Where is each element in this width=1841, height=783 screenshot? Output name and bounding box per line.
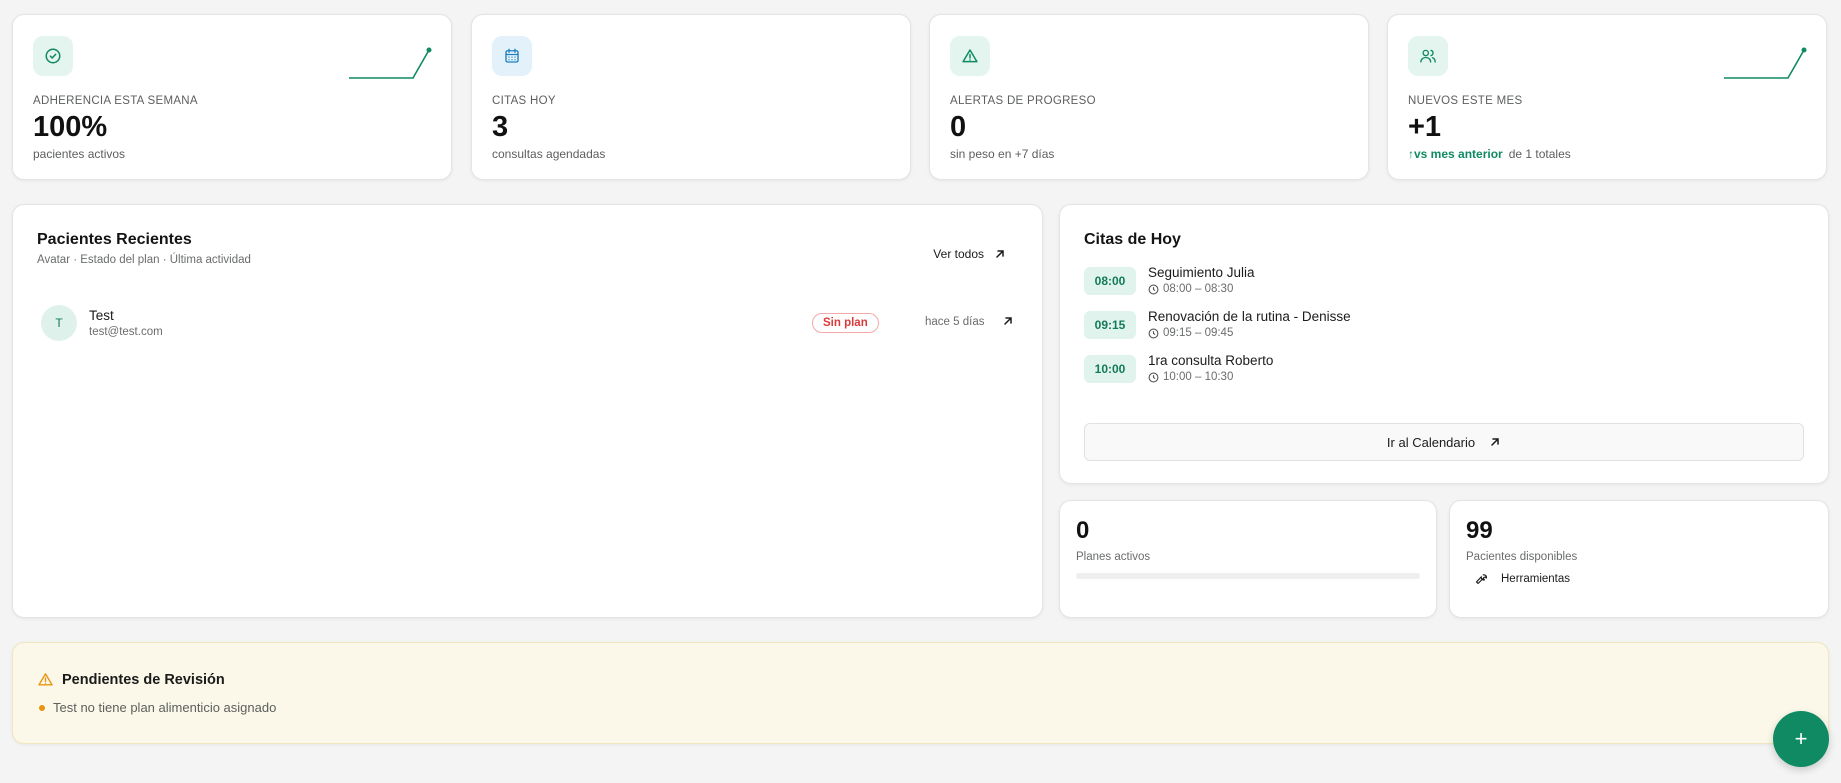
appointment-range: 08:00 – 08:30 bbox=[1148, 283, 1255, 295]
patient-row[interactable]: T Test test@test.com Sin plan hace 5 día… bbox=[41, 301, 1012, 345]
sparkline bbox=[349, 47, 432, 79]
stat-subtext: consultas agendadas bbox=[492, 147, 606, 161]
arrow-up-right-icon bbox=[1491, 438, 1499, 446]
stat-value: 0 bbox=[950, 111, 967, 143]
active-plans-value: 0 bbox=[1076, 517, 1090, 544]
stat-value: 100% bbox=[33, 111, 108, 143]
stat-card-adherence: ADHERENCIA ESTA SEMANA 100% pacientes ac… bbox=[12, 14, 452, 180]
appointment-title: Seguimiento Julia bbox=[1148, 265, 1255, 280]
calendar-button-label: Ir al Calendario bbox=[1386, 434, 1476, 450]
appointment-title: 1ra consulta Roberto bbox=[1148, 353, 1274, 368]
active-plans-card: 0 Planes activos bbox=[1059, 500, 1437, 618]
clock-icon bbox=[1148, 284, 1159, 294]
appointment-range-text: 09:15 – 09:45 bbox=[1163, 327, 1234, 339]
appointment-item[interactable]: 10:00 1ra consulta Roberto 10:00 – 10:30 bbox=[1084, 353, 1804, 383]
pending-title: Pendientes de Revisión bbox=[62, 671, 225, 688]
view-all-label: Ver todos bbox=[933, 247, 984, 261]
appointment-range-text: 10:00 – 10:30 bbox=[1163, 371, 1234, 383]
stat-label: NUEVOS ESTE MES bbox=[1408, 95, 1523, 107]
stat-label: ALERTAS DE PROGRESO bbox=[950, 95, 1096, 107]
card-title: Pacientes Recientes bbox=[37, 231, 192, 248]
trend-text: de 1 totales bbox=[1508, 147, 1571, 161]
check-circle-icon bbox=[33, 36, 73, 76]
appointment-item[interactable]: 09:15 Renovación de la rutina - Denisse … bbox=[1084, 309, 1804, 339]
clock-icon bbox=[1148, 372, 1159, 382]
plan-status-badge: Sin plan bbox=[812, 313, 879, 333]
appointment-time: 08:00 bbox=[1084, 267, 1136, 295]
avatar: T bbox=[41, 305, 77, 341]
available-patients-value: 99 bbox=[1466, 517, 1493, 544]
appointment-time: 10:00 bbox=[1084, 355, 1136, 383]
trend-indicator: ↑vs mes anterior bbox=[1408, 147, 1503, 161]
last-activity: hace 5 días bbox=[925, 316, 985, 328]
available-patients-card: 99 Pacientes disponibles Herramientas bbox=[1449, 500, 1829, 618]
alert-triangle-icon bbox=[950, 36, 990, 76]
appointment-title: Renovación de la rutina - Denisse bbox=[1148, 309, 1351, 324]
calendar-icon bbox=[492, 36, 532, 76]
stat-subtext: ↑vs mes anterior de 1 totales bbox=[1408, 147, 1806, 161]
arrow-up-right-icon[interactable] bbox=[1002, 315, 1014, 327]
users-icon bbox=[1408, 36, 1448, 76]
card-subtitle: Avatar · Estado del plan · Última activi… bbox=[37, 254, 251, 266]
pending-item-text: Test no tiene plan alimenticio asignado bbox=[53, 700, 277, 715]
patient-info: Test test@test.com bbox=[89, 308, 163, 338]
view-all-link[interactable]: Ver todos bbox=[933, 247, 1006, 261]
stat-subtext: pacientes activos bbox=[33, 147, 126, 161]
appointment-time: 09:15 bbox=[1084, 311, 1136, 339]
alert-triangle-icon bbox=[38, 673, 53, 686]
stat-value: 3 bbox=[492, 111, 509, 143]
tools-label: Herramientas bbox=[1501, 572, 1571, 585]
active-plans-progress bbox=[1076, 573, 1420, 579]
pending-review-card: Pendientes de Revisión Test no tiene pla… bbox=[12, 642, 1829, 744]
appointment-range: 09:15 – 09:45 bbox=[1148, 327, 1351, 339]
appointment-info: 1ra consulta Roberto 10:00 – 10:30 bbox=[1148, 353, 1273, 383]
stat-subtext: sin peso en +7 días bbox=[950, 147, 1055, 161]
appointment-item[interactable]: 08:00 Seguimiento Julia 08:00 – 08:30 bbox=[1084, 265, 1804, 295]
wrench-icon bbox=[1475, 574, 1487, 585]
stat-card-new-patients: NUEVOS ESTE MES +1 ↑vs mes anterior de 1 … bbox=[1387, 14, 1827, 180]
sparkline bbox=[1724, 47, 1807, 79]
card-title: Citas de Hoy bbox=[1084, 231, 1181, 248]
stat-value: +1 bbox=[1408, 111, 1442, 143]
go-to-calendar-button[interactable]: Ir al Calendario bbox=[1084, 423, 1804, 461]
active-plans-label: Planes activos bbox=[1076, 551, 1151, 563]
arrow-up-right-icon bbox=[996, 250, 1004, 258]
pending-header: Pendientes de Revisión bbox=[37, 671, 1804, 688]
stat-label: CITAS HOY bbox=[492, 95, 556, 107]
patient-name: Test bbox=[89, 308, 114, 323]
bullet-dot bbox=[39, 704, 45, 711]
clock-icon bbox=[1148, 328, 1159, 338]
tools-link[interactable]: Herramientas bbox=[1466, 571, 1812, 586]
stat-card-citas: CITAS HOY 3 consultas agendadas bbox=[471, 14, 911, 180]
appointment-info: Renovación de la rutina - Denisse 09:15 … bbox=[1148, 309, 1351, 339]
appointment-range-text: 08:00 – 08:30 bbox=[1163, 283, 1234, 295]
appointment-info: Seguimiento Julia 08:00 – 08:30 bbox=[1148, 265, 1255, 295]
add-fab-button[interactable]: + bbox=[1773, 711, 1829, 767]
patient-email: test@test.com bbox=[89, 326, 163, 338]
stat-label: ADHERENCIA ESTA SEMANA bbox=[33, 95, 198, 107]
available-patients-label: Pacientes disponibles bbox=[1466, 551, 1578, 563]
stat-card-alerts: ALERTAS DE PROGRESO 0 sin peso en +7 día… bbox=[929, 14, 1369, 180]
recent-patients-card: Pacientes Recientes Avatar · Estado del … bbox=[12, 204, 1043, 618]
pending-item: Test no tiene plan alimenticio asignado bbox=[37, 700, 1804, 715]
appointment-range: 10:00 – 10:30 bbox=[1148, 371, 1273, 383]
today-appointments-card: Citas de Hoy 08:00 Seguimiento Julia 08:… bbox=[1059, 204, 1829, 484]
